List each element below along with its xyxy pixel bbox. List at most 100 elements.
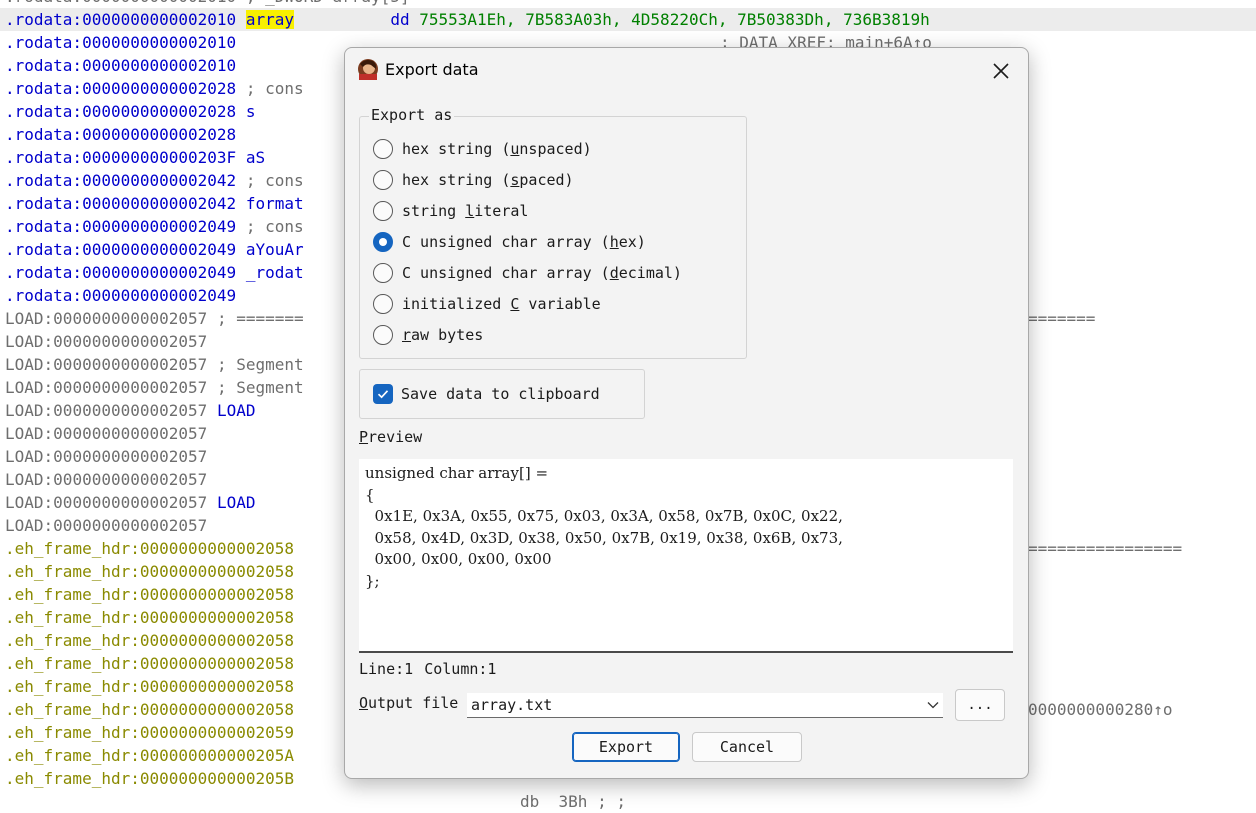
- listing-line[interactable]: .rodata:0000000000002010: [5, 31, 246, 54]
- listing-partial-line: .rodata:0000000000002010 ; _DWORD array[…: [5, 0, 410, 8]
- address: 0000000000002049: [82, 286, 237, 305]
- segment-name: .rodata:: [5, 240, 83, 259]
- listing-line[interactable]: .rodata:0000000000002028 s: [5, 100, 255, 123]
- address: 0000000000002057: [53, 309, 208, 328]
- listing-line[interactable]: LOAD:0000000000002057 ; Segment: [5, 376, 304, 399]
- listing-line[interactable]: LOAD:0000000000002057 ; Segment: [5, 353, 304, 376]
- output-file-value[interactable]: array.txt: [467, 696, 923, 714]
- segment-name: .eh_frame_hdr:: [5, 608, 140, 627]
- close-button[interactable]: [981, 54, 1021, 88]
- listing-line[interactable]: .rodata:0000000000002010 array dd 75553A…: [0, 8, 1256, 31]
- listing-line[interactable]: .eh_frame_hdr:0000000000002058: [5, 652, 304, 675]
- browse-button[interactable]: ...: [955, 689, 1005, 721]
- address: 0000000000002057: [53, 355, 208, 374]
- listing-line[interactable]: .rodata:0000000000002042 format: [5, 192, 304, 215]
- radio-unselected-icon[interactable]: [373, 139, 393, 159]
- radio-unselected-icon[interactable]: [373, 325, 393, 345]
- export-button[interactable]: Export: [572, 732, 680, 762]
- listing-fragment: ; cons: [245, 79, 304, 98]
- clipboard-label: Save data to clipboard: [401, 385, 600, 403]
- listing-line[interactable]: .eh_frame_hdr:0000000000002059: [5, 721, 304, 744]
- address: 0000000000002057: [53, 401, 208, 420]
- listing-line[interactable]: LOAD:0000000000002057 ; =======: [5, 307, 304, 330]
- listing-line[interactable]: .rodata:0000000000002049: [5, 284, 246, 307]
- export-option-radio[interactable]: hex string (spaced): [373, 168, 574, 192]
- listing-line[interactable]: LOAD:0000000000002057: [5, 422, 217, 445]
- symbol-name[interactable]: LOAD: [217, 493, 256, 512]
- segment-name: LOAD:: [5, 401, 54, 420]
- listing-line[interactable]: .rodata:0000000000002049 aYouAr: [5, 238, 304, 261]
- preview-textbox[interactable]: unsigned char array[] = { 0x1E, 0x3A, 0x…: [359, 459, 1013, 653]
- export-option-radio[interactable]: initialized C variable: [373, 292, 601, 316]
- xref-comment: 0000000000280↑o: [1028, 700, 1173, 719]
- listing-line[interactable]: .eh_frame_hdr:0000000000002058: [5, 629, 304, 652]
- export-as-label: Export as: [369, 106, 455, 124]
- option-label: string literal: [402, 202, 529, 220]
- listing-line[interactable]: .eh_frame_hdr:0000000000002058: [5, 583, 304, 606]
- export-option-radio[interactable]: raw bytes: [373, 323, 483, 347]
- preview-label: Preview: [359, 428, 423, 446]
- option-label: hex string (unspaced): [402, 140, 592, 158]
- symbol-name[interactable]: LOAD: [217, 401, 256, 420]
- export-option-radio[interactable]: C unsigned char array (hex): [373, 230, 646, 254]
- address: 0000000000002028: [82, 102, 237, 121]
- address: 0000000000002057: [53, 516, 208, 535]
- symbol-name[interactable]: aYouAr: [246, 240, 304, 259]
- db-fragment: db 3Bh ; ;: [520, 792, 626, 811]
- listing-line[interactable]: LOAD:0000000000002057 LOAD: [5, 491, 255, 514]
- mnemonic: dd: [390, 10, 410, 29]
- listing-line[interactable]: .rodata:0000000000002049 _rodat: [5, 261, 304, 284]
- listing-line[interactable]: .rodata:0000000000002010: [5, 54, 246, 77]
- listing-line[interactable]: .eh_frame_hdr:0000000000002058: [5, 698, 304, 721]
- listing-line[interactable]: .rodata:0000000000002042 ; cons: [5, 169, 304, 192]
- dialog-title-bar[interactable]: Export data: [345, 48, 1028, 94]
- segment-name: .eh_frame_hdr:: [5, 539, 140, 558]
- separator-line: =======: [1028, 309, 1096, 328]
- address: 000000000000203F: [82, 148, 237, 167]
- cancel-button[interactable]: Cancel: [692, 732, 802, 762]
- listing-line[interactable]: LOAD:0000000000002057: [5, 514, 217, 537]
- address: 0000000000002042: [82, 194, 237, 213]
- option-label: hex string (spaced): [402, 171, 574, 189]
- radio-selected-icon[interactable]: [373, 232, 393, 252]
- listing-line[interactable]: .rodata:0000000000002028: [5, 123, 246, 146]
- radio-unselected-icon[interactable]: [373, 201, 393, 221]
- symbol-name[interactable]: s: [246, 102, 256, 121]
- radio-unselected-icon[interactable]: [373, 294, 393, 314]
- listing-line[interactable]: .eh_frame_hdr:000000000000205A: [5, 744, 304, 767]
- segment-name: .rodata:: [5, 79, 83, 98]
- address: 000000000000205A: [139, 746, 294, 765]
- export-option-radio[interactable]: C unsigned char array (decimal): [373, 261, 682, 285]
- listing-line[interactable]: LOAD:0000000000002057: [5, 330, 217, 353]
- preview-text[interactable]: unsigned char array[] = { 0x1E, 0x3A, 0x…: [359, 459, 1013, 596]
- segment-name: .eh_frame_hdr:: [5, 723, 140, 742]
- listing-line[interactable]: .eh_frame_hdr:0000000000002058: [5, 675, 304, 698]
- output-file-combobox[interactable]: array.txt: [467, 693, 943, 718]
- listing-line[interactable]: .eh_frame_hdr:0000000000002058: [5, 560, 304, 583]
- listing-line[interactable]: .eh_frame_hdr:0000000000002058: [5, 537, 304, 560]
- radio-unselected-icon[interactable]: [373, 263, 393, 283]
- export-option-radio[interactable]: hex string (unspaced): [373, 137, 592, 161]
- radio-unselected-icon[interactable]: [373, 170, 393, 190]
- listing-line[interactable]: LOAD:0000000000002057: [5, 468, 217, 491]
- address: 0000000000002058: [139, 677, 294, 696]
- export-option-radio[interactable]: string literal: [373, 199, 528, 223]
- listing-line[interactable]: .rodata:0000000000002028 ; cons: [5, 77, 304, 100]
- symbol-name[interactable]: format: [246, 194, 304, 213]
- symbol-name[interactable]: _rodat: [246, 263, 304, 282]
- listing-fragment: ; cons: [245, 217, 304, 236]
- export-data-dialog: Export data Export as hex string (unspac…: [344, 47, 1029, 779]
- listing-line[interactable]: .rodata:0000000000002049 ; cons: [5, 215, 304, 238]
- listing-line[interactable]: LOAD:0000000000002057 LOAD: [5, 399, 255, 422]
- listing-line[interactable]: LOAD:0000000000002057: [5, 445, 217, 468]
- chevron-down-icon[interactable]: [923, 701, 943, 709]
- save-to-clipboard-checkbox[interactable]: Save data to clipboard: [373, 382, 600, 406]
- listing-line[interactable]: .rodata:000000000000203F aS: [5, 146, 265, 169]
- listing-fragment: ; Segment: [216, 378, 304, 397]
- listing-line[interactable]: .eh_frame_hdr:000000000000205B: [5, 767, 304, 790]
- listing-line[interactable]: .eh_frame_hdr:0000000000002058: [5, 606, 304, 629]
- checkbox-checked-icon[interactable]: [373, 384, 393, 404]
- symbol-name[interactable]: array: [245, 10, 294, 29]
- symbol-name[interactable]: aS: [246, 148, 265, 167]
- segment-name: .eh_frame_hdr:: [5, 700, 140, 719]
